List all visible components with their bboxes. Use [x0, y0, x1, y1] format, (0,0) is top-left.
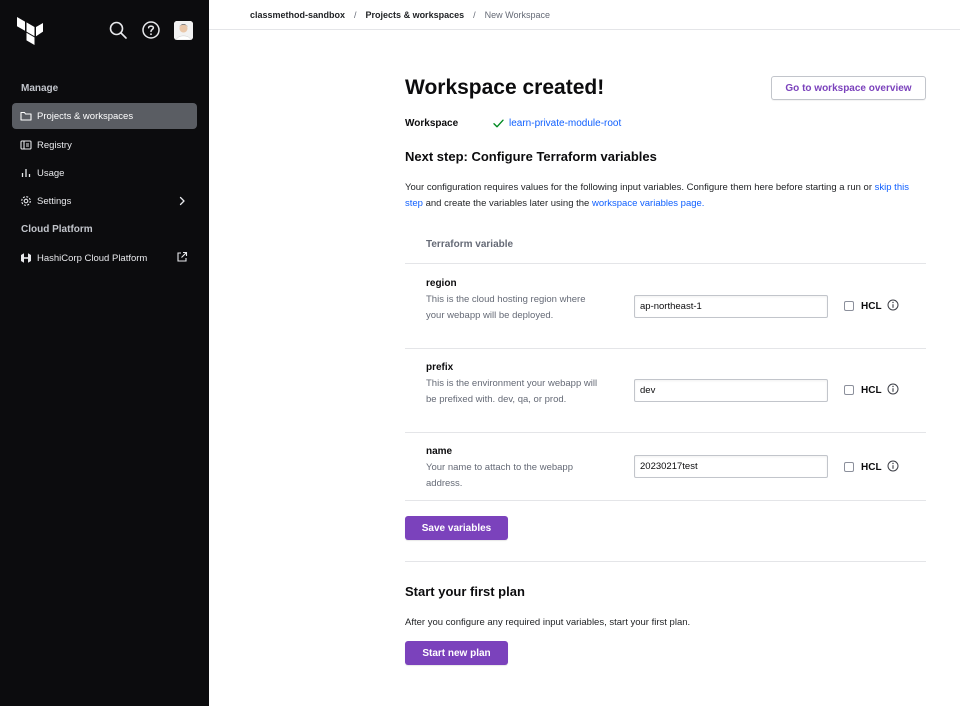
variable-description: This is the cloud hosting region where y…	[426, 294, 586, 321]
sidebar-item-usage[interactable]: Usage	[12, 160, 197, 186]
section-label-manage: Manage	[21, 83, 59, 94]
next-step-heading: Next step: Configure Terraform variables	[405, 149, 657, 164]
sidebar-item-label: Settings	[37, 195, 72, 207]
hashicorp-logo-icon	[20, 252, 32, 264]
sidebar-item-settings[interactable]: Settings	[12, 188, 197, 214]
sidebar-item-registry[interactable]: Registry	[12, 132, 197, 158]
info-icon[interactable]	[887, 299, 899, 311]
table-bottom-border	[405, 500, 926, 501]
registry-icon	[20, 139, 32, 151]
sidebar: Manage Projects & workspaces Registry Us…	[0, 0, 209, 706]
intro-text-part2: and create the variables later using the	[425, 197, 590, 209]
sidebar-item-hashicorp-cloud-platform[interactable]: HashiCorp Cloud Platform	[12, 245, 197, 271]
prefix-value-input[interactable]	[634, 379, 828, 402]
hcl-label: HCL	[861, 462, 882, 473]
start-first-plan-heading: Start your first plan	[405, 584, 525, 599]
sidebar-item-label: Projects & workspaces	[37, 110, 134, 122]
start-new-plan-button[interactable]: Start new plan	[405, 641, 508, 665]
name-value-input[interactable]	[634, 455, 828, 478]
prefix-hcl-checkbox[interactable]	[844, 385, 854, 395]
table-header-terraform-variable: Terraform variable	[426, 239, 514, 250]
variable-name: prefix	[426, 362, 454, 373]
name-hcl-checkbox[interactable]	[844, 462, 854, 472]
variable-description: This is the environment your webapp will…	[426, 378, 598, 405]
section-label-cloud-platform: Cloud Platform	[21, 224, 93, 235]
breadcrumb-organization[interactable]: classmethod-sandbox	[250, 10, 345, 20]
check-icon	[493, 119, 504, 128]
page-title: Workspace created!	[405, 76, 605, 99]
go-to-workspace-overview-button[interactable]: Go to workspace overview	[771, 76, 926, 100]
variable-name: region	[426, 278, 457, 289]
section-divider	[405, 561, 926, 562]
chevron-right-icon	[179, 196, 185, 206]
external-link-icon	[177, 251, 188, 262]
table-row-region: region This is the cloud hosting region …	[405, 263, 926, 348]
intro-text: Your configuration requires values for t…	[405, 180, 926, 211]
table-row-name: name Your name to attach to the webapp a…	[405, 432, 926, 500]
workspace-label: Workspace	[405, 118, 459, 129]
sidebar-item-label: HashiCorp Cloud Platform	[37, 252, 148, 264]
sidebar-item-label: Registry	[37, 139, 72, 151]
breadcrumb: classmethod-sandbox / Projects & workspa…	[209, 0, 960, 30]
sidebar-item-projects-workspaces[interactable]: Projects & workspaces	[12, 103, 197, 129]
hcl-label: HCL	[861, 385, 882, 396]
breadcrumb-new-workspace: New Workspace	[484, 9, 550, 20]
variable-name: name	[426, 446, 453, 457]
info-icon[interactable]	[887, 383, 899, 395]
breadcrumb-projects-workspaces[interactable]: Projects & workspaces	[366, 10, 465, 20]
info-icon[interactable]	[887, 460, 899, 472]
breadcrumb-separator: /	[473, 9, 476, 20]
hcl-label: HCL	[861, 301, 882, 312]
workspace-variables-page-link[interactable]: workspace variables page.	[592, 198, 704, 209]
sidebar-item-label: Usage	[37, 167, 65, 179]
avatar[interactable]	[174, 21, 193, 40]
variable-description: Your name to attach to the webapp addres…	[426, 462, 574, 489]
user-avatar-icon	[174, 21, 193, 40]
terraform-logo-icon[interactable]	[17, 17, 43, 45]
help-icon[interactable]	[141, 20, 161, 40]
table-row-prefix: prefix This is the environment your weba…	[405, 348, 926, 432]
region-value-input[interactable]	[634, 295, 828, 318]
intro-text-part1: Your configuration requires values for t…	[405, 182, 872, 193]
folder-icon	[20, 110, 32, 122]
region-hcl-checkbox[interactable]	[844, 301, 854, 311]
workspace-name-link[interactable]: learn-private-module-root	[509, 118, 621, 129]
start-first-plan-text: After you configure any required input v…	[405, 617, 691, 628]
bar-chart-icon	[20, 167, 32, 179]
gear-icon	[20, 195, 32, 207]
search-icon[interactable]	[108, 20, 128, 40]
breadcrumb-separator: /	[354, 9, 357, 20]
save-variables-button[interactable]: Save variables	[405, 516, 508, 540]
